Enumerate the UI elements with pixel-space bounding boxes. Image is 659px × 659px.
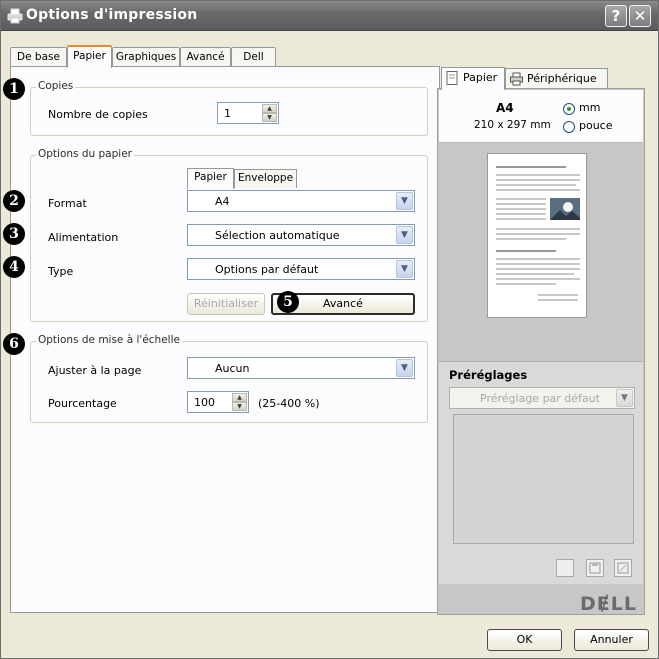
- preset-select[interactable]: Préréglage par défaut ▼: [449, 387, 635, 409]
- callout-badge-4: 4: [3, 256, 25, 278]
- unit-mm-radio[interactable]: [563, 103, 575, 115]
- scaling-group-title: Options de mise à l'échelle: [36, 334, 182, 346]
- preview-sheet: [487, 153, 587, 318]
- chevron-down-icon[interactable]: ▼: [396, 192, 413, 210]
- printer-icon: [510, 72, 523, 86]
- page-preview: [483, 146, 593, 326]
- printer-icon: [7, 8, 23, 24]
- preview-panel: A4 210 x 297 mm mm pouce Préréglages Pré…: [437, 88, 645, 615]
- ok-button[interactable]: OK: [487, 629, 562, 651]
- source-value: Sélection automatique: [215, 229, 340, 242]
- copies-group-title: Copies: [36, 80, 76, 92]
- subtab-papier[interactable]: Papier: [187, 168, 234, 189]
- percent-spinner[interactable]: 100 ▲ ▼: [187, 391, 249, 413]
- format-label: Format: [48, 197, 87, 210]
- scaling-group: Options de mise à l'échelle Ajuster à la…: [30, 334, 428, 423]
- spin-down-icon[interactable]: ▼: [262, 113, 277, 122]
- copies-group: Copies Nombre de copies 1 ▲ ▼: [30, 80, 428, 136]
- callout-badge-2: 2: [3, 190, 25, 212]
- title-bar[interactable]: Options d'impression ? ✕: [1, 1, 658, 31]
- chevron-down-icon[interactable]: ▼: [396, 260, 413, 278]
- unit-inch-radio[interactable]: [563, 121, 575, 133]
- callout-badge-6: 6: [3, 333, 25, 355]
- source-select[interactable]: Sélection automatique ▼: [187, 224, 415, 246]
- spin-down-icon[interactable]: ▼: [232, 402, 247, 411]
- callout-badge-3: 3: [3, 223, 25, 245]
- tab-graphiques[interactable]: Graphiques: [112, 47, 180, 67]
- paper-options-group: Options du papier Papier Enveloppe Forma…: [30, 148, 428, 322]
- tab-dell[interactable]: Dell: [231, 47, 276, 67]
- paper-tab-panel: Copies Nombre de copies 1 ▲ ▼ Options du…: [10, 66, 440, 613]
- window-title: Options d'impression: [26, 7, 198, 23]
- chevron-down-icon[interactable]: ▼: [616, 389, 633, 407]
- unit-inch-label: pouce: [579, 119, 613, 132]
- copies-spinner[interactable]: 1 ▲ ▼: [217, 102, 279, 124]
- close-button[interactable]: ✕: [629, 5, 651, 27]
- type-label: Type: [48, 265, 74, 278]
- delete-preset-icon[interactable]: [614, 559, 632, 577]
- paper-size: 210 x 297 mm: [474, 119, 551, 131]
- reset-button[interactable]: Réinitialiser: [187, 293, 265, 315]
- callout-badge-5: 5: [277, 291, 299, 313]
- tab-de-base[interactable]: De base: [10, 47, 67, 67]
- print-options-window: Options d'impression ? ✕ De base Papier …: [0, 0, 659, 659]
- presets-section: Préréglages Préréglage par défaut ▼: [439, 361, 643, 584]
- help-button[interactable]: ?: [605, 5, 627, 27]
- side-tab-peripherique[interactable]: Périphérique: [505, 68, 608, 89]
- preset-list[interactable]: [453, 414, 634, 544]
- spin-up-icon[interactable]: ▲: [232, 393, 247, 402]
- unit-mm-label: mm: [579, 101, 601, 114]
- page-icon: [446, 71, 458, 85]
- callout-badge-1: 1: [3, 78, 25, 100]
- subtab-enveloppe[interactable]: Enveloppe: [234, 169, 297, 188]
- type-select[interactable]: Options par défaut ▼: [187, 258, 415, 280]
- type-value: Options par défaut: [215, 263, 319, 276]
- format-select[interactable]: A4 ▼: [187, 190, 415, 212]
- percent-range: (25-400 %): [258, 397, 320, 410]
- side-tab-peripherique-label: Périphérique: [527, 72, 597, 85]
- side-tab-papier[interactable]: Papier: [441, 67, 505, 90]
- fit-to-page-label: Ajuster à la page: [48, 364, 142, 377]
- copies-label: Nombre de copies: [48, 108, 148, 121]
- tab-papier[interactable]: Papier: [67, 45, 112, 68]
- preset-value: Préréglage par défaut: [480, 392, 600, 405]
- spin-up-icon[interactable]: ▲: [262, 104, 277, 113]
- dell-logo: DɆLL: [580, 593, 637, 615]
- percent-label: Pourcentage: [48, 397, 117, 410]
- copies-value: 1: [224, 107, 231, 120]
- fit-to-page-value: Aucun: [215, 362, 250, 375]
- paper-options-group-title: Options du papier: [36, 148, 134, 160]
- preview-image-icon: [550, 198, 580, 220]
- fit-to-page-select[interactable]: Aucun ▼: [187, 357, 415, 379]
- presets-title: Préréglages: [449, 368, 528, 382]
- new-preset-icon[interactable]: [556, 559, 574, 577]
- percent-value: 100: [194, 396, 215, 409]
- side-tab-papier-label: Papier: [463, 71, 498, 84]
- save-preset-icon[interactable]: [586, 559, 604, 577]
- cancel-button[interactable]: Annuler: [574, 629, 649, 651]
- paper-name: A4: [496, 101, 514, 115]
- chevron-down-icon[interactable]: ▼: [396, 226, 413, 244]
- format-value: A4: [215, 195, 230, 208]
- chevron-down-icon[interactable]: ▼: [396, 359, 413, 377]
- paper-info: A4 210 x 297 mm mm pouce: [439, 90, 643, 143]
- source-label: Alimentation: [48, 231, 119, 244]
- tab-avance[interactable]: Avancé: [180, 47, 231, 67]
